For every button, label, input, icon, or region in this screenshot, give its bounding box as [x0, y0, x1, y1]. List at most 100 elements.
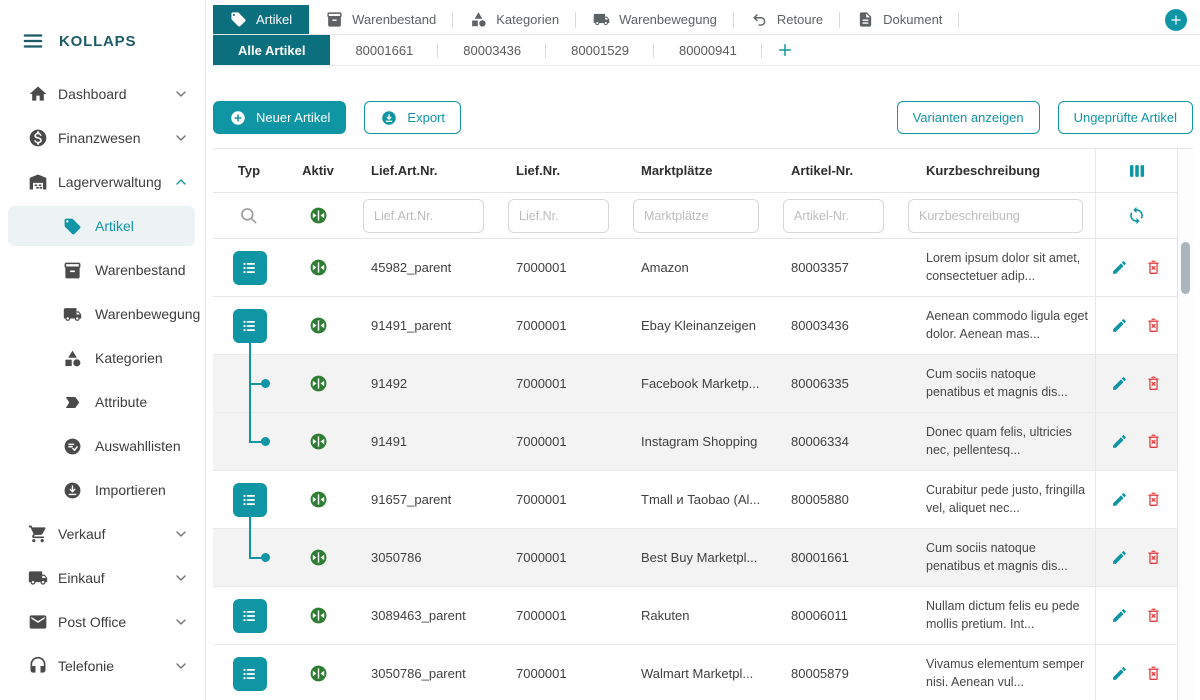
- delete-icon[interactable]: [1145, 375, 1162, 392]
- hamburger-icon[interactable]: [22, 30, 44, 52]
- table-row: 3050786 7000001 Best Buy Marketpl... 800…: [213, 529, 1177, 587]
- active-status-icon: [309, 432, 328, 451]
- artikel-nr-cell: 80003357: [771, 260, 896, 275]
- column-header-artikel-nr[interactable]: Artikel-Nr.: [771, 163, 896, 178]
- marktplatz-cell: Instagram Shopping: [621, 434, 771, 449]
- aktiv-cell: [285, 258, 351, 277]
- sidebar-item-label: Telefonie: [58, 658, 114, 674]
- delete-icon[interactable]: [1145, 317, 1162, 334]
- lief-nr-cell: 7000001: [496, 608, 621, 623]
- active-status-icon[interactable]: [309, 206, 328, 225]
- edit-icon[interactable]: [1111, 665, 1128, 682]
- delete-icon[interactable]: [1145, 491, 1162, 508]
- sidebar-item-verkauf[interactable]: Verkauf: [0, 512, 205, 556]
- row-actions: [1095, 471, 1177, 528]
- edit-icon[interactable]: [1111, 491, 1128, 508]
- tab-dokument[interactable]: Dokument: [840, 5, 959, 34]
- sidebar-item-lagerverwaltung[interactable]: Lagerverwaltung: [0, 160, 205, 204]
- tab-label: Kategorien: [496, 12, 559, 27]
- article-tab-80001661[interactable]: 80001661: [330, 35, 438, 65]
- article-tab-80001529[interactable]: 80001529: [546, 35, 654, 65]
- table-row: 91491_parent 7000001 Ebay Kleinanzeigen …: [213, 297, 1177, 355]
- sidebar-item-artikel[interactable]: Artikel: [0, 204, 205, 248]
- sidebar-item-warenbestand[interactable]: Warenbestand: [0, 248, 205, 292]
- article-tab-80000941[interactable]: 80000941: [654, 35, 762, 65]
- sidebar-item-auswahllisten[interactable]: Auswahllisten: [0, 424, 205, 468]
- edit-icon[interactable]: [1111, 433, 1128, 450]
- finance-icon: [28, 128, 48, 148]
- article-list-icon[interactable]: [233, 483, 267, 517]
- delete-icon[interactable]: [1145, 665, 1162, 682]
- row-actions: [1095, 529, 1177, 586]
- filter-cell: [771, 199, 896, 233]
- export-button[interactable]: Export: [364, 101, 461, 134]
- attribute-icon: [63, 393, 82, 412]
- artikel-nr-cell: 80006011: [771, 608, 896, 623]
- column-header-marktplaetze[interactable]: Marktplätze: [621, 163, 771, 178]
- sidebar-item-post-office[interactable]: Post Office: [0, 600, 205, 644]
- article-list-icon[interactable]: [233, 657, 267, 691]
- table-row: 91491 7000001 Instagram Shopping 8000633…: [213, 413, 1177, 471]
- tab-warenbestand[interactable]: Warenbestand: [309, 5, 453, 34]
- add-article-tab-button[interactable]: [776, 41, 794, 59]
- search-icon[interactable]: [239, 206, 259, 226]
- delete-icon[interactable]: [1145, 259, 1162, 276]
- edit-icon[interactable]: [1111, 259, 1128, 276]
- column-header-typ[interactable]: Typ: [213, 163, 285, 178]
- sidebar-item-warenbewegung[interactable]: Warenbewegung: [0, 292, 205, 336]
- article-list-icon[interactable]: [233, 251, 267, 285]
- table-row: 91492 7000001 Facebook Marketp... 800063…: [213, 355, 1177, 413]
- tab-artikel[interactable]: Artikel: [213, 5, 309, 34]
- sidebar-item-finanzwesen[interactable]: Finanzwesen: [0, 116, 205, 160]
- add-tab-button[interactable]: [1165, 9, 1187, 31]
- marktplatz-cell: Best Buy Marketpl...: [621, 550, 771, 565]
- edit-icon[interactable]: [1111, 607, 1128, 624]
- column-header-aktiv[interactable]: Aktiv: [285, 163, 351, 178]
- article-list-icon[interactable]: [233, 309, 267, 343]
- sidebar-item-einkauf[interactable]: Einkauf: [0, 556, 205, 600]
- delete-icon[interactable]: [1145, 549, 1162, 566]
- tab-warenbewegung[interactable]: Warenbewegung: [576, 5, 734, 34]
- article-tab-label: 80000941: [679, 43, 737, 58]
- article-tab-alle-artikel[interactable]: Alle Artikel: [213, 35, 330, 65]
- typ-cell: [213, 413, 285, 470]
- sidebar-item-telefonie[interactable]: Telefonie: [0, 644, 205, 688]
- sidebar-item-dashboard[interactable]: Dashboard: [0, 72, 205, 116]
- edit-icon[interactable]: [1111, 375, 1128, 392]
- filter-cell: [621, 199, 771, 233]
- article-tab-80003436[interactable]: 80003436: [438, 35, 546, 65]
- sidebar-item-importieren[interactable]: Importieren: [0, 468, 205, 512]
- new-article-button[interactable]: Neuer Artikel: [213, 101, 346, 134]
- columns-icon[interactable]: [1127, 161, 1147, 181]
- table-row: 45982_parent 7000001 Amazon 80003357 Lor…: [213, 239, 1177, 297]
- sidebar-item-attribute[interactable]: Attribute: [0, 380, 205, 424]
- column-header-kurzbeschreibung[interactable]: Kurzbeschreibung: [896, 163, 1095, 178]
- column-header-lief-art-nr[interactable]: Lief.Art.Nr.: [351, 163, 496, 178]
- filter-cell: [351, 199, 496, 233]
- aktiv-cell: [285, 432, 351, 451]
- filter-input-marktpl-tze[interactable]: [633, 199, 759, 233]
- column-header-lief-nr[interactable]: Lief.Nr.: [496, 163, 621, 178]
- vertical-scrollbar[interactable]: [1177, 149, 1193, 700]
- chevron-down-icon: [173, 658, 189, 674]
- show-variants-button[interactable]: Varianten anzeigen: [897, 101, 1040, 134]
- filter-input-lief-nr-[interactable]: [508, 199, 609, 233]
- main-content: Artikel Warenbestand Kategorien Warenbew…: [206, 0, 1200, 700]
- sidebar-item-kategorien[interactable]: Kategorien: [0, 336, 205, 380]
- filter-input-kurzbeschreibung[interactable]: [908, 199, 1083, 233]
- delete-icon[interactable]: [1145, 607, 1162, 624]
- sidebar-nav: Dashboard Finanzwesen Lagerverwaltung Ar…: [0, 68, 205, 688]
- row-actions: [1095, 587, 1177, 644]
- filter-input-artikel-nr-[interactable]: [783, 199, 884, 233]
- article-list-icon[interactable]: [233, 599, 267, 633]
- row-actions: [1095, 239, 1177, 296]
- refresh-icon[interactable]: [1127, 206, 1146, 225]
- tab-retoure[interactable]: Retoure: [734, 5, 840, 34]
- scrollbar-thumb[interactable]: [1181, 242, 1190, 294]
- edit-icon[interactable]: [1111, 549, 1128, 566]
- edit-icon[interactable]: [1111, 317, 1128, 334]
- delete-icon[interactable]: [1145, 433, 1162, 450]
- filter-input-lief-art-nr-[interactable]: [363, 199, 484, 233]
- tab-kategorien[interactable]: Kategorien: [453, 5, 576, 34]
- unverified-articles-button[interactable]: Ungeprüfte Artikel: [1058, 101, 1193, 134]
